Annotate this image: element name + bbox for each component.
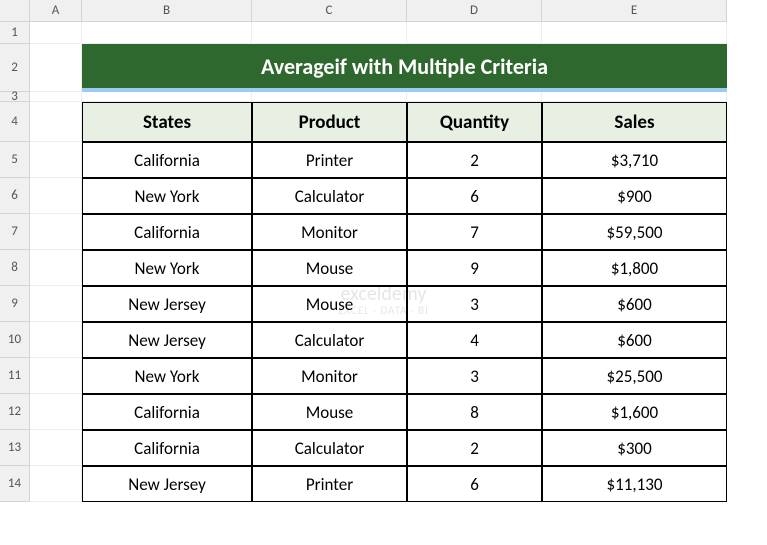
cell-product[interactable]: Calculator [252,430,407,466]
cell-sales[interactable]: $11,130 [542,466,727,502]
cell-quantity[interactable]: 6 [407,178,542,214]
col-header-D[interactable]: D [407,0,542,22]
row-header-11[interactable]: 11 [0,358,30,394]
cell-states[interactable]: New York [82,178,252,214]
cell-blank[interactable] [407,92,542,102]
cell-sales[interactable]: $1,600 [542,394,727,430]
cell-a7[interactable] [30,214,82,250]
cell-blank[interactable] [542,92,727,102]
cell-a10[interactable] [30,322,82,358]
cell-states[interactable]: California [82,394,252,430]
col-header-E[interactable]: E [542,0,727,22]
cell-product[interactable]: Monitor [252,358,407,394]
row-header-14[interactable]: 14 [0,466,30,502]
cell-states[interactable]: New Jersey [82,322,252,358]
cell-product[interactable]: Calculator [252,322,407,358]
cell-sales[interactable]: $25,500 [542,358,727,394]
cell-product[interactable]: Printer [252,466,407,502]
cell-product[interactable]: Monitor [252,214,407,250]
cell-sales[interactable]: $600 [542,322,727,358]
col-header-product: Product [252,102,407,142]
cell-sales[interactable]: $600 [542,286,727,322]
cell-quantity[interactable]: 3 [407,358,542,394]
cell-a5[interactable] [30,142,82,178]
cell-a14[interactable] [30,466,82,502]
cell-sales[interactable]: $300 [542,430,727,466]
cell-a4[interactable] [30,102,82,142]
select-all-corner[interactable] [0,0,30,22]
row-header-1[interactable]: 1 [0,22,30,44]
cell-a9[interactable] [30,286,82,322]
spreadsheet-grid: ABCDE1234567891011121314Averageif with M… [0,0,767,502]
cell-product[interactable]: Mouse [252,394,407,430]
col-header-quantity: Quantity [407,102,542,142]
row-header-7[interactable]: 7 [0,214,30,250]
col-header-states: States [82,102,252,142]
cell-states[interactable]: California [82,430,252,466]
col-header-sales: Sales [542,102,727,142]
cell-product[interactable]: Calculator [252,178,407,214]
page-title: Averageif with Multiple Criteria [82,44,727,92]
cell-quantity[interactable]: 2 [407,430,542,466]
cell-states[interactable]: California [82,142,252,178]
cell-a11[interactable] [30,358,82,394]
cell-a13[interactable] [30,430,82,466]
row-header-6[interactable]: 6 [0,178,30,214]
cell-states[interactable]: New York [82,358,252,394]
cell-sales[interactable]: $59,500 [542,214,727,250]
cell-a8[interactable] [30,250,82,286]
cell-quantity[interactable]: 2 [407,142,542,178]
cell-quantity[interactable]: 4 [407,322,542,358]
cell-blank[interactable] [82,92,252,102]
col-header-A[interactable]: A [30,0,82,22]
row-header-3[interactable]: 3 [0,92,30,102]
cell-states[interactable]: California [82,214,252,250]
cell-sales[interactable]: $3,710 [542,142,727,178]
cell-blank[interactable] [252,92,407,102]
cell-quantity[interactable]: 6 [407,466,542,502]
cell-sales[interactable]: $1,800 [542,250,727,286]
cell-states[interactable]: New Jersey [82,466,252,502]
row-header-9[interactable]: 9 [0,286,30,322]
cell-quantity[interactable]: 3 [407,286,542,322]
col-header-C[interactable]: C [252,0,407,22]
cell-product[interactable]: Mouse [252,286,407,322]
col-header-B[interactable]: B [82,0,252,22]
cell-a2[interactable] [30,44,82,92]
cell-quantity[interactable]: 8 [407,394,542,430]
cell-states[interactable]: New Jersey [82,286,252,322]
row-header-8[interactable]: 8 [0,250,30,286]
cell-quantity[interactable]: 7 [407,214,542,250]
cell-a3[interactable] [30,92,82,102]
row-header-2[interactable]: 2 [0,44,30,92]
cell-quantity[interactable]: 9 [407,250,542,286]
cell-a12[interactable] [30,394,82,430]
cell-blank[interactable] [542,22,727,44]
cell-blank[interactable] [407,22,542,44]
cell-sales[interactable]: $900 [542,178,727,214]
cell-blank[interactable] [252,22,407,44]
cell-blank[interactable] [82,22,252,44]
cell-a1[interactable] [30,22,82,44]
cell-product[interactable]: Mouse [252,250,407,286]
row-header-4[interactable]: 4 [0,102,30,142]
row-header-5[interactable]: 5 [0,142,30,178]
cell-a6[interactable] [30,178,82,214]
cell-product[interactable]: Printer [252,142,407,178]
row-header-12[interactable]: 12 [0,394,30,430]
row-header-10[interactable]: 10 [0,322,30,358]
row-header-13[interactable]: 13 [0,430,30,466]
cell-states[interactable]: New York [82,250,252,286]
